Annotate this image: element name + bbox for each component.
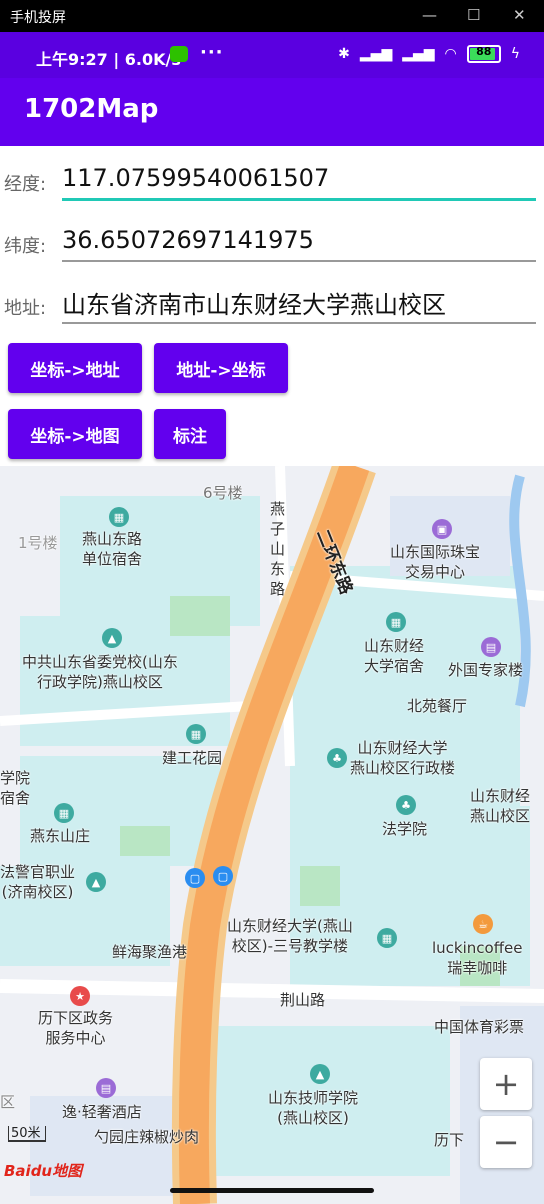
latitude-label: 纬度: <box>4 236 47 257</box>
longitude-row: 经度: <box>0 148 544 208</box>
bus-stop-icon: ▢ <box>185 868 205 888</box>
coord-to-map-button[interactable]: 坐标->地图 <box>8 409 142 459</box>
shop-icon: ▣ <box>432 519 452 539</box>
latitude-row: 纬度: <box>0 210 544 270</box>
map-label: 山东财经 大学宿舍 <box>364 637 425 675</box>
government-icon: ★ <box>70 986 90 1006</box>
hotel-icon: ▤ <box>481 637 501 657</box>
campus-icon: ♣ <box>396 795 416 815</box>
wifi-icon: ◠ <box>444 46 457 62</box>
hd-signal-icon: ▂▄▆ <box>402 46 435 62</box>
address-input[interactable] <box>62 282 536 324</box>
maximize-icon[interactable]: ☐ <box>467 6 480 24</box>
map-label: 勺园庄辣椒炒肉 <box>94 1128 200 1146</box>
school-icon: ▲ <box>86 872 106 892</box>
scale-label: 50米 <box>11 1126 41 1141</box>
map-label: 1号楼 <box>18 534 58 552</box>
status-bar: 上午9:27 | 6.0K/s ··· ✱ ▂▄▆ ▂▄▆ ◠ 88 ϟ <box>0 32 544 78</box>
map-label: 北苑餐厅 <box>407 697 468 715</box>
battery-icon: 88 <box>466 45 501 63</box>
charging-icon: ϟ <box>510 46 520 62</box>
zoom-out-button[interactable]: − <box>480 1116 532 1168</box>
address-to-coord-button[interactable]: 地址->坐标 <box>154 343 288 393</box>
map-label: 荆山路 <box>280 991 326 1009</box>
map-label: 学院 宿舍 <box>0 769 31 807</box>
mark-button[interactable]: 标注 <box>154 409 226 459</box>
map-label: 历下区政务 服务中心 <box>38 1009 114 1047</box>
map-label: 中共山东省委党校(山东 行政学院)燕山校区 <box>22 653 178 691</box>
bus-stop-icon: ▢ <box>213 866 233 886</box>
app-bar: 1702Map <box>0 78 544 146</box>
map-label: 6号楼 <box>203 484 243 502</box>
scale-bar: 50米 <box>8 1126 46 1142</box>
longitude-label: 经度: <box>4 174 47 195</box>
hotel-icon: ▤ <box>96 1078 116 1098</box>
school-icon: ▲ <box>102 628 122 648</box>
map-label: 山东财经大学 燕山校区行政楼 <box>350 739 456 777</box>
campus-icon: ♣ <box>327 748 347 768</box>
more-dots: ··· <box>200 42 224 63</box>
window-title: 手机投屏 <box>10 10 66 26</box>
minimize-icon[interactable]: — <box>422 6 437 24</box>
building-icon: ▦ <box>386 612 406 632</box>
gesture-bar[interactable] <box>170 1188 374 1193</box>
wechat-icon <box>170 46 188 62</box>
map-label: 燕山东路 单位宿舍 <box>82 530 143 568</box>
map-label: 建工花园 <box>162 749 223 767</box>
map-label: 鲜海聚渔港 <box>112 943 188 961</box>
map-label: 区 <box>0 1093 16 1111</box>
app-title: 1702Map <box>24 94 159 124</box>
window-titlebar: 手机投屏 — ☐ ✕ <box>0 0 544 32</box>
map-label: 中国体育彩票 <box>434 1018 525 1036</box>
map-label: 逸·轻奢酒店 <box>62 1103 142 1121</box>
coord-to-address-button[interactable]: 坐标->地址 <box>8 343 142 393</box>
building-icon: ▦ <box>186 724 206 744</box>
coffee-icon: ☕ <box>473 914 493 934</box>
map-label: 法警官职业 (济南校区) <box>0 863 76 901</box>
map-label: 山东财经大学(燕山 校区)-三号教学楼 <box>227 917 353 955</box>
battery-level: 88 <box>476 45 492 58</box>
map-label: 燕 子 山 东 路 <box>270 500 286 598</box>
bluetooth-icon: ✱ <box>338 46 350 62</box>
longitude-input[interactable] <box>62 158 536 201</box>
map-label: 山东国际珠宝 交易中心 <box>390 543 481 581</box>
map-label: 外国专家楼 <box>448 661 524 679</box>
address-row: 地址: <box>0 272 544 332</box>
signal-icon: ▂▄▆ <box>359 46 393 62</box>
map-label: 法学院 <box>382 820 428 838</box>
address-label: 地址: <box>4 298 47 319</box>
map-view[interactable]: 6号楼 1号楼 ▦ 燕山东路 单位宿舍 燕 子 山 东 路 二环东路 ▣ 山东国… <box>0 466 544 1204</box>
building-icon: ▦ <box>54 803 74 823</box>
close-icon[interactable]: ✕ <box>513 6 526 24</box>
map-label: 山东技师学院 (燕山校区) <box>268 1089 359 1127</box>
school-icon: ▲ <box>310 1064 330 1084</box>
baidu-logo: Baidu地图 <box>4 1162 83 1180</box>
map-label: luckincoffee 瑞幸咖啡 <box>432 939 523 977</box>
status-time: 上午9:27 | 6.0K/s <box>36 50 181 69</box>
latitude-input[interactable] <box>62 220 536 262</box>
zoom-in-button[interactable]: + <box>480 1058 532 1110</box>
building-icon: ▦ <box>109 507 129 527</box>
map-label: 山东财经 燕山校区 <box>470 787 531 825</box>
building-icon: ▦ <box>377 928 397 948</box>
map-label: 燕东山庄 <box>30 827 91 845</box>
map-label: 历下 <box>434 1131 465 1149</box>
